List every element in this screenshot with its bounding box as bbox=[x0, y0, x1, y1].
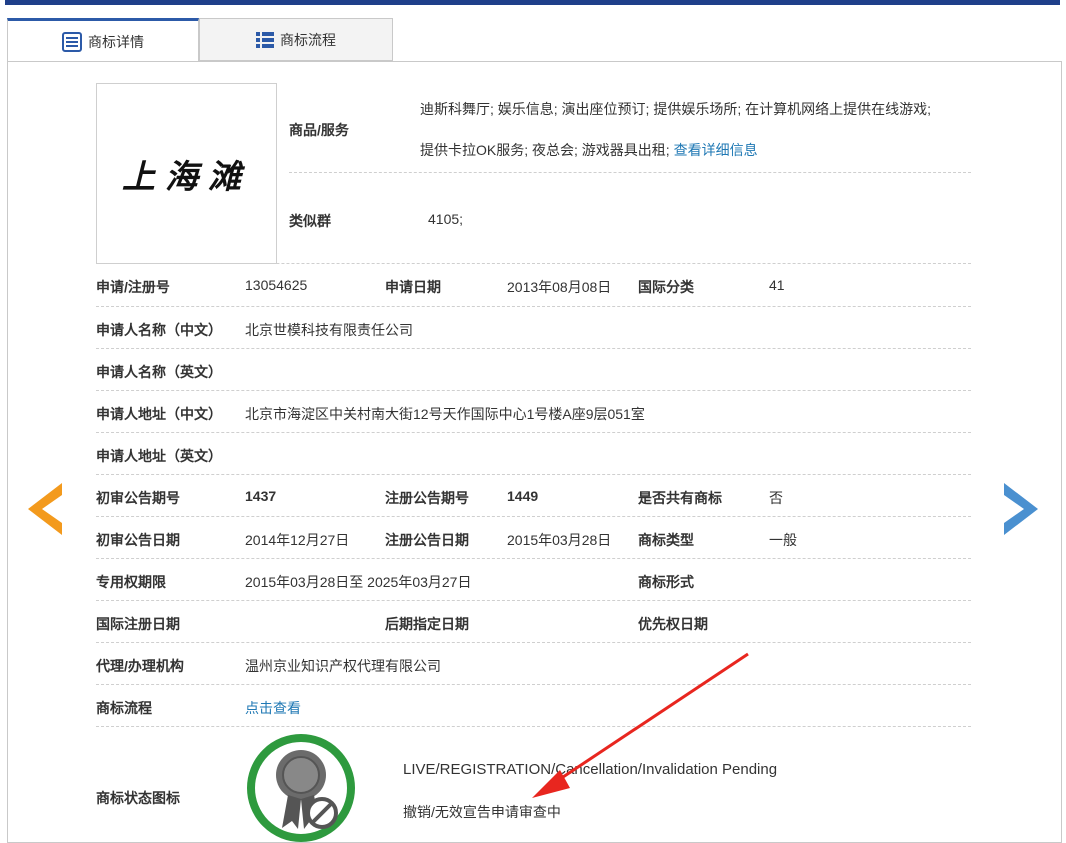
later-date-label: 后期指定日期 bbox=[385, 616, 469, 632]
prelim-no-label: 初审公告期号 bbox=[96, 490, 180, 506]
prelim-date-label: 初审公告日期 bbox=[96, 532, 180, 548]
address-en-label: 申请人地址（英文） bbox=[96, 448, 222, 464]
view-flow-link[interactable]: 点击查看 bbox=[245, 698, 301, 718]
reg-no-label: 申请/注册号 bbox=[96, 279, 170, 295]
intl-reg-date-label: 国际注册日期 bbox=[96, 616, 180, 632]
tab-trademark-details[interactable]: 商标详情 bbox=[7, 18, 199, 62]
shared-label: 是否共有商标 bbox=[638, 490, 722, 506]
applicant-cn-label: 申请人名称（中文） bbox=[96, 322, 222, 338]
exclusive-value: 2015年03月28日至 2025年03月27日 bbox=[245, 574, 472, 590]
divider bbox=[96, 474, 971, 475]
reg-no-value: 13054625 bbox=[245, 277, 308, 293]
address-cn-value: 北京市海淀区中关村南大街12号天作国际中心1号楼A座9层051室 bbox=[245, 406, 645, 422]
view-details-link[interactable]: 查看详细信息 bbox=[674, 142, 758, 158]
goods-label: 商品/服务 bbox=[289, 122, 349, 138]
exclusive-label: 专用权期限 bbox=[96, 574, 166, 590]
agent-label: 代理/办理机构 bbox=[96, 658, 184, 674]
app-date-value: 2013年08月08日 bbox=[507, 279, 612, 295]
trademark-image: 上海滩 bbox=[96, 83, 277, 264]
tm-form-label: 商标形式 bbox=[638, 574, 694, 590]
list-detail-icon bbox=[62, 31, 82, 52]
divider bbox=[96, 432, 971, 433]
reg-pub-date-label: 注册公告日期 bbox=[385, 532, 469, 548]
flow-label: 商标流程 bbox=[96, 700, 152, 716]
address-cn-label: 申请人地址（中文） bbox=[96, 406, 222, 422]
priority-date-label: 优先权日期 bbox=[638, 616, 708, 632]
agent-value: 温州京业知识产权代理有限公司 bbox=[245, 658, 441, 674]
annotation-arrow bbox=[532, 652, 749, 798]
similar-group-value: 4105; bbox=[428, 211, 464, 227]
app-date-label: 申请日期 bbox=[385, 279, 441, 295]
goods-line-2-text: 提供卡拉OK服务; 夜总会; 游戏器具出租; bbox=[420, 142, 670, 158]
tm-type-label: 商标类型 bbox=[638, 532, 694, 548]
goods-line-2: 提供卡拉OK服务; 夜总会; 游戏器具出租; 查看详细信息 bbox=[420, 140, 758, 160]
tab-trademark-flow[interactable]: 商标流程 bbox=[199, 18, 393, 61]
reg-pub-no-value: 1449 bbox=[507, 488, 539, 504]
previous-arrow-icon[interactable] bbox=[28, 483, 62, 535]
tab-bar: 商标详情 商标流程 bbox=[7, 18, 1060, 62]
intl-class-label: 国际分类 bbox=[638, 279, 694, 295]
divider bbox=[96, 390, 971, 391]
applicant-cn-value: 北京世模科技有限责任公司 bbox=[245, 322, 413, 338]
status-icon-label: 商标状态图标 bbox=[96, 790, 180, 806]
status-text-cn: 撤销/无效宣告申请审查中 bbox=[403, 804, 561, 820]
tab-label: 商标详情 bbox=[88, 33, 144, 50]
divider bbox=[96, 306, 971, 307]
divider bbox=[96, 516, 971, 517]
divider bbox=[96, 642, 971, 643]
similar-group-label: 类似群 bbox=[289, 213, 331, 229]
divider bbox=[96, 558, 971, 559]
prelim-no-value: 1437 bbox=[245, 488, 277, 504]
divider bbox=[96, 600, 971, 601]
shared-value: 否 bbox=[769, 490, 783, 506]
tm-type-value: 一般 bbox=[769, 532, 797, 548]
divider bbox=[289, 172, 971, 173]
prelim-date-value: 2014年12月27日 bbox=[245, 532, 350, 548]
goods-line-1: 迪斯科舞厅; 娱乐信息; 演出座位预订; 提供娱乐场所; 在计算机网络上提供在线… bbox=[420, 101, 932, 117]
top-header-bar bbox=[5, 0, 1060, 5]
applicant-en-label: 申请人名称（英文） bbox=[96, 364, 222, 380]
trademark-logo-text: 上海滩 bbox=[122, 156, 251, 196]
reg-pub-no-label: 注册公告期号 bbox=[385, 490, 469, 506]
divider bbox=[96, 348, 971, 349]
next-arrow-icon[interactable] bbox=[1004, 483, 1038, 535]
tab-label: 商标流程 bbox=[280, 31, 336, 48]
divider bbox=[96, 263, 971, 264]
reg-pub-date-value: 2015年03月28日 bbox=[507, 532, 612, 548]
status-seal-icon bbox=[247, 734, 355, 842]
intl-class-value: 41 bbox=[769, 277, 785, 293]
grid-list-icon bbox=[256, 31, 274, 48]
